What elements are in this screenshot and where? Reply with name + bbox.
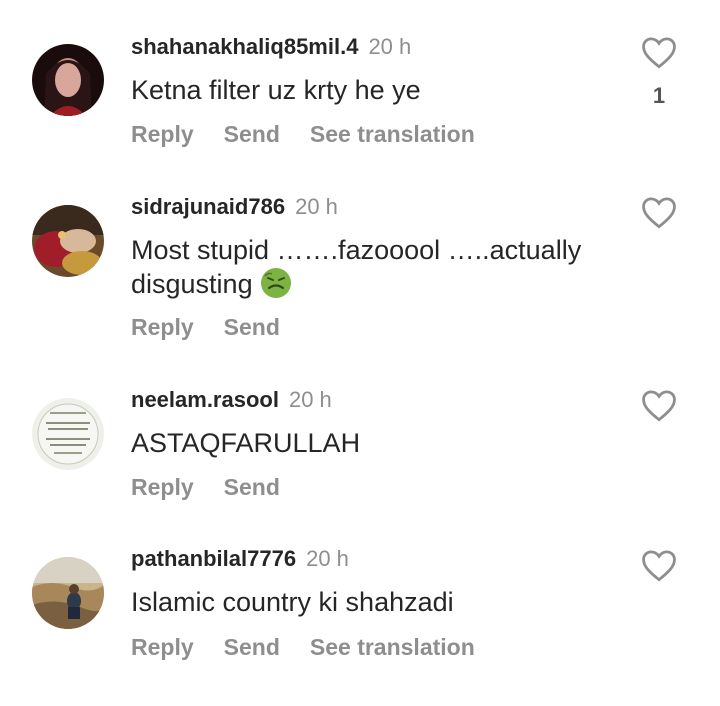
- timestamp: 20 h: [288, 387, 332, 412]
- reply-button[interactable]: Reply: [131, 634, 194, 660]
- nauseated-face-emoji-icon: [260, 267, 292, 299]
- see-translation-button[interactable]: See translation: [310, 121, 475, 147]
- comment-text: Most stupid …….fazooool …..actually disg…: [131, 234, 611, 301]
- heart-outline-icon[interactable]: [640, 388, 678, 422]
- timestamp: 20 h: [306, 546, 349, 571]
- reply-button[interactable]: Reply: [131, 474, 194, 500]
- username[interactable]: pathanbilal7776: [131, 546, 296, 571]
- avatar[interactable]: [32, 557, 104, 629]
- comment-text: ASTAQFARULLAH: [131, 428, 361, 458]
- timestamp: 20 h: [368, 34, 412, 59]
- avatar[interactable]: [32, 44, 104, 116]
- comment-text: Ketna filter uz krty he ye: [131, 75, 421, 105]
- see-translation-button[interactable]: See translation: [310, 634, 475, 660]
- comment-text-body: Most stupid …….fazooool …..actually disg…: [131, 235, 582, 299]
- like-count: 1: [652, 83, 666, 108]
- send-button[interactable]: Send: [224, 121, 280, 147]
- username[interactable]: sidrajunaid786: [131, 194, 285, 219]
- reply-button[interactable]: Reply: [131, 121, 194, 147]
- username[interactable]: neelam.rasool: [131, 387, 279, 412]
- avatar[interactable]: [32, 398, 104, 470]
- heart-outline-icon[interactable]: [640, 548, 678, 582]
- timestamp: 20 h: [295, 194, 338, 219]
- avatar[interactable]: [32, 205, 104, 277]
- username[interactable]: shahanakhaliq85mil.4: [131, 34, 358, 59]
- heart-outline-icon[interactable]: [640, 35, 678, 69]
- comment-text: Islamic country ki shahzadi: [131, 587, 454, 617]
- heart-outline-icon[interactable]: [640, 195, 678, 229]
- reply-button[interactable]: Reply: [131, 314, 194, 340]
- send-button[interactable]: Send: [224, 474, 280, 500]
- send-button[interactable]: Send: [224, 314, 280, 340]
- send-button[interactable]: Send: [224, 634, 280, 660]
